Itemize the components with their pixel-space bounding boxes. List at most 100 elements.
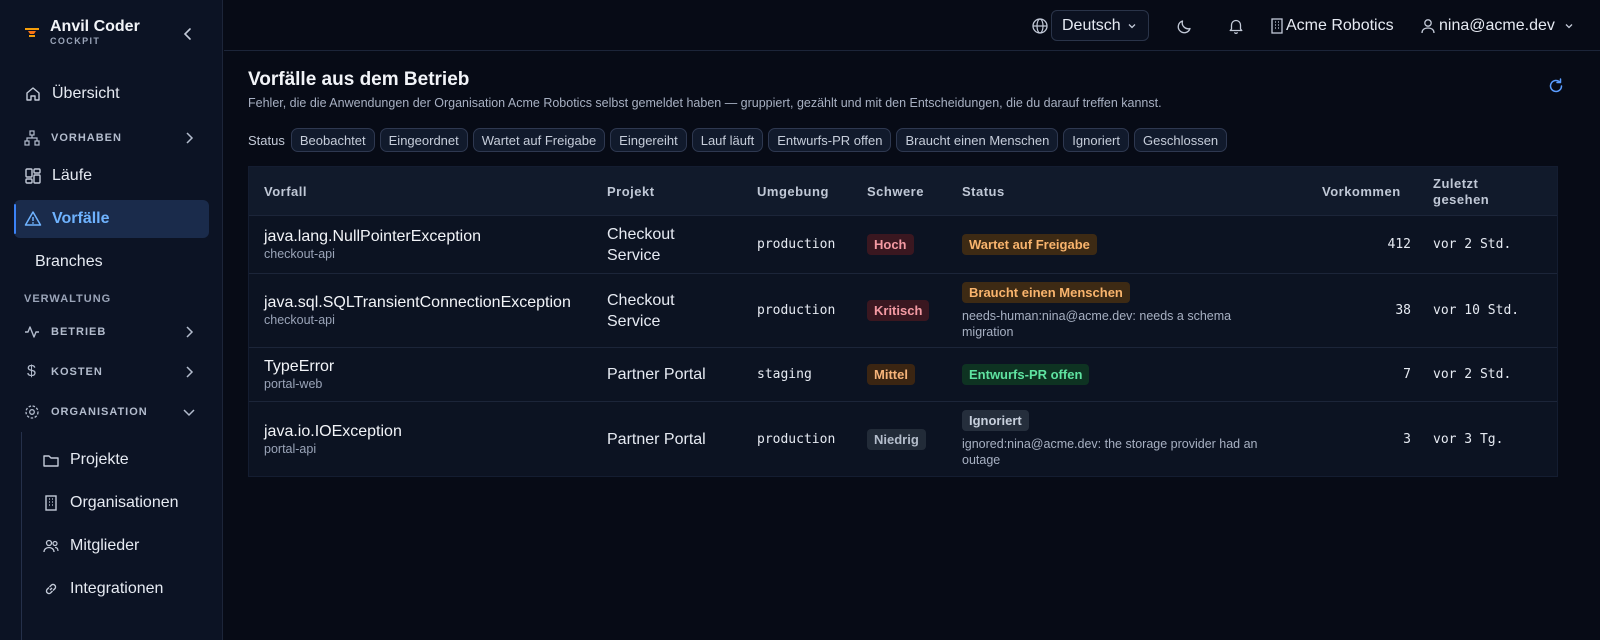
occurrences: 412 xyxy=(1387,237,1411,252)
brand[interactable]: Anvil Coder COCKPIT xyxy=(24,18,140,46)
occurrences: 7 xyxy=(1403,367,1411,382)
nav-label: Vorfälle xyxy=(52,210,110,227)
status-badge: Braucht einen Menschen xyxy=(962,281,1130,303)
table-row[interactable]: java.io.IOException portal-api Partner P… xyxy=(249,402,1557,476)
env-cell: production xyxy=(757,274,835,347)
filter-chip[interactable]: Entwurfs-PR offen xyxy=(768,128,892,152)
activity-icon xyxy=(24,324,40,340)
nav-item-overview[interactable]: Übersicht xyxy=(14,75,209,113)
page-title: Vorfälle aus dem Betrieb xyxy=(248,69,470,90)
filter-chip[interactable]: Beobachtet xyxy=(290,128,375,152)
app-name: Anvil Coder xyxy=(50,18,140,35)
refresh-icon[interactable] xyxy=(1547,77,1565,95)
nav-group-organisation[interactable]: ORGANISATION xyxy=(14,398,209,426)
project-name: Service xyxy=(607,312,661,330)
anvil-logo-icon xyxy=(25,28,39,37)
warning-icon xyxy=(24,210,42,228)
col-header-projekt[interactable]: Projekt xyxy=(607,167,655,216)
project-cell: Checkout Service xyxy=(607,216,675,273)
status-note-line: outage xyxy=(962,453,1001,467)
last-seen: vor 3 Tg. xyxy=(1433,431,1504,447)
notifications-button[interactable] xyxy=(1227,0,1245,51)
incident-service: portal-api xyxy=(264,441,317,456)
filter-chip[interactable]: Braucht einen Menschen xyxy=(896,128,1059,152)
col-header-zuletzt-gesehen[interactable]: Zuletzt gesehen xyxy=(1433,167,1489,216)
section-label-verwaltung: VERWALTUNG xyxy=(24,293,112,305)
link-icon xyxy=(42,580,60,598)
filter-chip[interactable]: Geschlossen xyxy=(1134,128,1228,152)
topbar: Deutsch Acme Robotics nina@acme.dev xyxy=(224,0,1600,51)
col-header-umgebung[interactable]: Umgebung xyxy=(757,167,829,216)
nav-item-laeufe[interactable]: Läufe xyxy=(14,157,209,195)
status-badge: Wartet auf Freigabe xyxy=(962,234,1097,255)
environment: production xyxy=(757,431,836,447)
user-menu[interactable]: nina@acme.dev xyxy=(1420,0,1575,51)
severity-cell: Niedrig xyxy=(867,402,926,476)
filter-chip[interactable]: Eingeordnet xyxy=(379,128,468,152)
nav-item-integrationen[interactable]: Integrationen xyxy=(36,571,211,607)
col-header-vorkommen[interactable]: Vorkommen xyxy=(1322,167,1401,216)
nav-group-vorhaben[interactable]: VORHABEN xyxy=(14,124,209,152)
user-email: nina@acme.dev xyxy=(1439,16,1555,34)
table-row[interactable]: java.sql.SQLTransientConnectionException… xyxy=(249,274,1557,348)
status-badge: Ignoriert xyxy=(962,410,1029,431)
nav-group-label: ORGANISATION xyxy=(51,406,148,418)
env-cell: production xyxy=(757,402,835,476)
filter-chip[interactable]: Eingereiht xyxy=(610,128,687,152)
incident-service: checkout-api xyxy=(264,247,335,261)
incident-service: checkout-api xyxy=(264,313,335,327)
table-row[interactable]: java.lang.NullPointerException checkout-… xyxy=(249,216,1557,274)
severity-badge: Kritisch xyxy=(867,300,930,321)
filter-chip[interactable]: Lauf läuft xyxy=(691,128,764,152)
nav-item-vorfaelle[interactable]: Vorfälle xyxy=(14,200,209,238)
nav-label: Läufe xyxy=(52,167,93,184)
nav-item-organisationen[interactable]: Organisationen xyxy=(36,485,211,521)
filter-chip[interactable]: Ignoriert xyxy=(1063,128,1129,152)
app-subtitle: COCKPIT xyxy=(50,36,101,46)
language-select[interactable]: Deutsch xyxy=(1051,10,1149,41)
col-header-vorfall[interactable]: Vorfall xyxy=(264,167,307,216)
incident-cell: TypeError portal-web xyxy=(264,348,334,401)
status-note-line: needs-human:nina@acme.dev: needs a schem… xyxy=(962,308,1232,323)
nav-group-label: KOSTEN xyxy=(51,366,103,378)
users-icon xyxy=(42,537,60,555)
chevron-right-icon xyxy=(186,132,194,144)
theme-toggle[interactable] xyxy=(1176,0,1194,51)
org-switcher[interactable]: Acme Robotics xyxy=(1270,0,1394,51)
col-header-status[interactable]: Status xyxy=(962,167,1005,216)
bell-icon xyxy=(1229,19,1243,34)
status-filter: Status Beobachtet Eingeordnet Wartet auf… xyxy=(248,128,1228,152)
org-name: Acme Robotics xyxy=(1286,16,1394,34)
building-icon xyxy=(1271,17,1283,34)
table-header: Vorfall Projekt Umgebung Schwere Status … xyxy=(249,167,1557,216)
col-header-line: Zuletzt xyxy=(1433,175,1479,191)
col-header-schwere[interactable]: Schwere xyxy=(867,167,924,216)
col-header-line: gesehen xyxy=(1433,191,1490,207)
nav-group-betrieb[interactable]: BETRIEB xyxy=(14,318,209,346)
severity-badge: Niedrig xyxy=(867,428,926,450)
tree-line xyxy=(21,432,22,640)
last-seen-cell: vor 10 Std. xyxy=(1433,274,1519,347)
occurrences: 3 xyxy=(1403,431,1411,447)
status-cell: Braucht einen Menschen needs-human:nina@… xyxy=(962,274,1231,347)
project-name: Partner Portal xyxy=(607,430,706,448)
nav-item-branches[interactable]: Branches xyxy=(14,243,209,281)
nav-item-projekte[interactable]: Projekte xyxy=(36,442,211,478)
nav-item-mitglieder[interactable]: Mitglieder xyxy=(36,528,211,564)
user-icon xyxy=(1421,18,1435,33)
collapse-sidebar-icon[interactable] xyxy=(180,26,196,42)
moon-icon xyxy=(1177,19,1191,33)
project-name: Partner Portal xyxy=(607,366,706,383)
filter-chip[interactable]: Wartet auf Freigabe xyxy=(472,128,606,152)
nav-label: Organisationen xyxy=(70,494,179,511)
project-name: Checkout xyxy=(607,225,675,243)
severity-cell: Hoch xyxy=(867,216,914,273)
table-row[interactable]: TypeError portal-web Partner Portal stag… xyxy=(249,348,1557,402)
globe-icon xyxy=(1031,0,1049,51)
nav-group-label: VORHABEN xyxy=(51,132,122,144)
gear-icon xyxy=(24,404,40,420)
nav-group-kosten[interactable]: $ KOSTEN xyxy=(14,358,209,386)
nav-label: Mitglieder xyxy=(70,537,140,554)
dollar-icon: $ xyxy=(27,363,37,380)
building-icon xyxy=(42,494,60,512)
